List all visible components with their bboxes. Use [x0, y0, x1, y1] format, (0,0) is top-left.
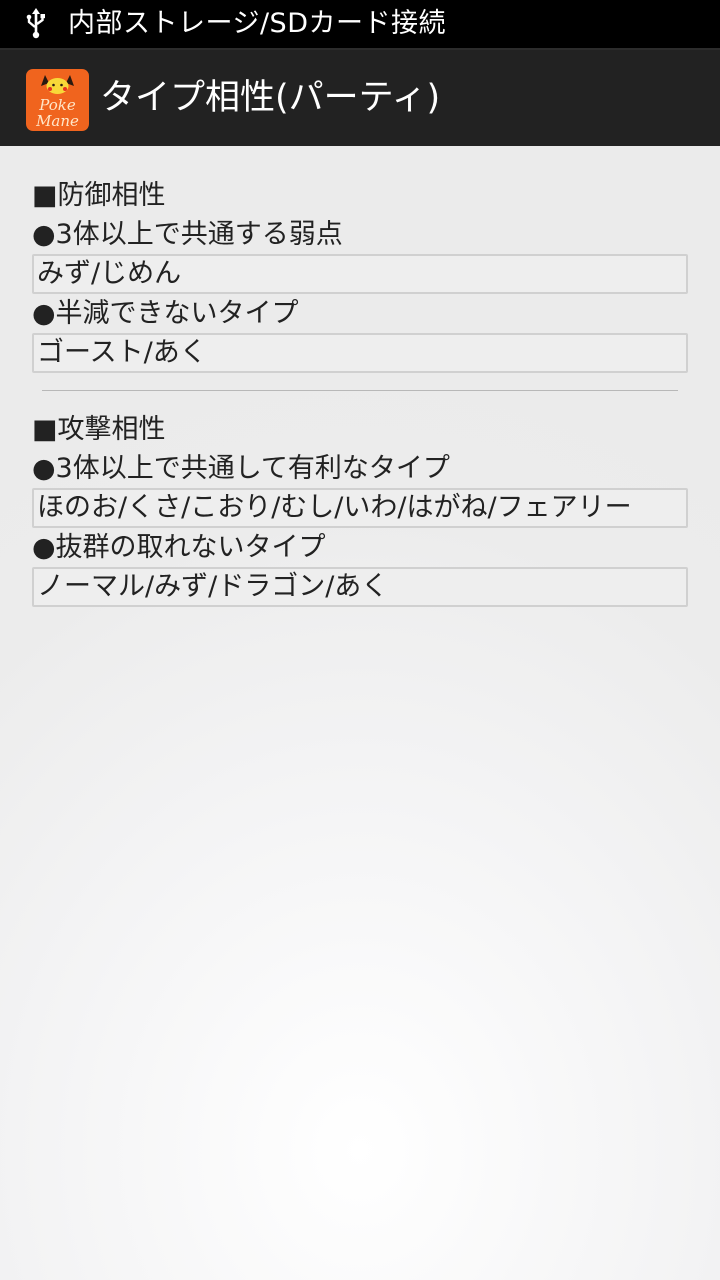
common-weakness-field[interactable]: みず/じめん	[32, 254, 688, 294]
type-matchup-content: ■防御相性 ●3体以上で共通する弱点 みず/じめん ●半減できないタイプ ゴース…	[32, 176, 688, 607]
page-title: タイプ相性(パーティ)	[100, 78, 441, 118]
usb-icon	[26, 8, 45, 39]
not-resisted-field[interactable]: ゴースト/あく	[32, 333, 688, 373]
common-advantage-field[interactable]: ほのお/くさ/こおり/むし/いわ/はがね/フェアリー	[32, 488, 688, 528]
action-bar: Poke Mane タイプ相性(パーティ)	[0, 48, 720, 146]
no-super-effective-label: ●抜群の取れないタイプ	[32, 532, 326, 563]
attack-section-heading: ■攻撃相性	[32, 414, 166, 445]
status-bar: 内部ストレージ/SDカード接続	[0, 0, 720, 48]
section-divider	[42, 390, 678, 391]
not-resisted-label: ●半減できないタイプ	[32, 298, 299, 329]
common-weakness-label: ●3体以上で共通する弱点	[32, 219, 343, 250]
app-icon-text-mane: Mane	[35, 112, 79, 130]
defense-section-heading: ■防御相性	[32, 180, 166, 211]
no-super-effective-field[interactable]: ノーマル/みず/ドラゴン/あく	[32, 567, 688, 607]
pokemane-app-icon[interactable]: Poke Mane	[26, 69, 89, 131]
common-advantage-label: ●3体以上で共通して有利なタイプ	[32, 453, 450, 484]
usb-connection-status: 内部ストレージ/SDカード接続	[68, 8, 446, 39]
